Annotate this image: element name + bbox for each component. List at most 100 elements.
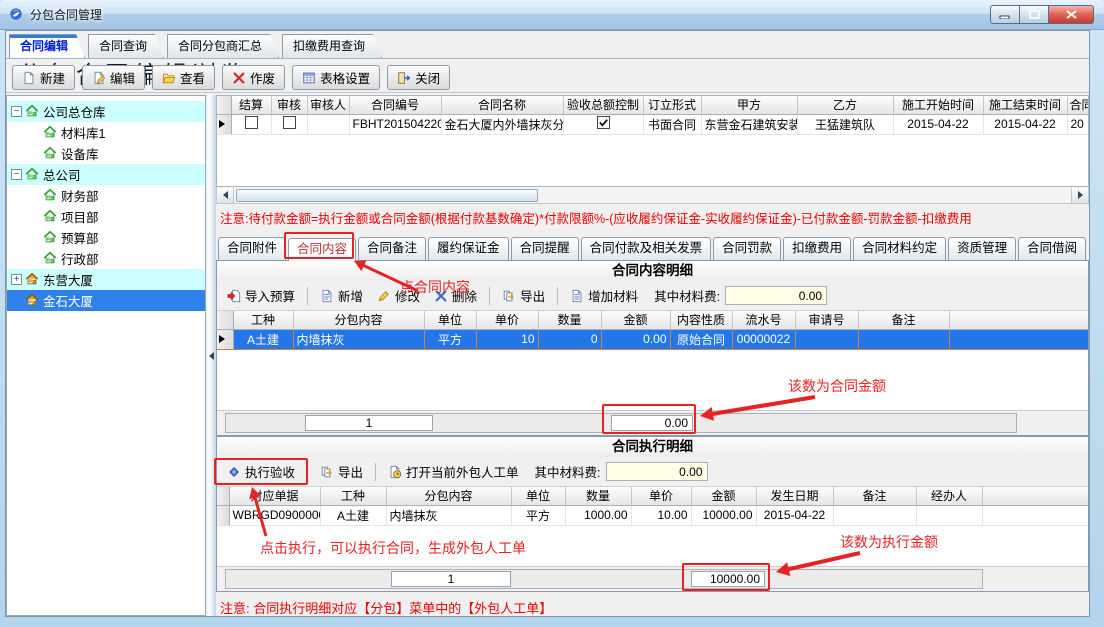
add-material-button[interactable]: 增加材料 bbox=[564, 282, 644, 309]
tree-item[interactable]: 金石大厦 bbox=[7, 290, 205, 311]
minimize-button[interactable] bbox=[990, 5, 1020, 24]
tree-item[interactable]: 财务部 bbox=[7, 185, 205, 206]
column-header[interactable]: 分包内容 bbox=[293, 311, 424, 329]
unchecked-checkbox[interactable] bbox=[283, 118, 296, 132]
close-button[interactable] bbox=[1048, 5, 1094, 24]
column-header[interactable]: 审核 bbox=[271, 96, 307, 114]
column-header[interactable]: 订立形式 bbox=[643, 96, 701, 114]
column-header[interactable]: 施工结束时间 bbox=[983, 96, 1067, 114]
column-header[interactable]: 合同 bbox=[1067, 96, 1089, 114]
detail-tab[interactable]: 扣缴费用 bbox=[783, 237, 851, 260]
column-header[interactable]: 结算 bbox=[231, 96, 271, 114]
table-row[interactable]: FBHT2015042201金石大厦内外墙抹灰分书面合同东营金石建筑安装王猛建筑… bbox=[217, 114, 1089, 134]
material-fee-input[interactable] bbox=[725, 286, 827, 305]
table-cell: 20 bbox=[1067, 114, 1089, 134]
detail-tab[interactable]: 合同借阅 bbox=[1018, 237, 1086, 260]
column-header[interactable]: 流水号 bbox=[732, 311, 795, 329]
open-labor-doc-button[interactable]: 打开当前外包人工单 bbox=[382, 458, 525, 485]
main-tab[interactable]: 合同分包商汇总 bbox=[167, 34, 279, 58]
detail-tab[interactable]: 合同提醒 bbox=[511, 237, 579, 260]
column-header[interactable]: 工种 bbox=[320, 487, 386, 505]
toolbar-separator bbox=[375, 463, 376, 481]
column-header[interactable]: 备注 bbox=[833, 487, 916, 505]
row-marker-header bbox=[217, 96, 231, 114]
export-icon bbox=[502, 289, 516, 303]
table-row[interactable]: WBRGD090000008A土建内墙抹灰平方1000.0010.0010000… bbox=[217, 505, 1088, 525]
detail-tab[interactable]: 合同罚款 bbox=[713, 237, 781, 260]
table-settings-button[interactable]: 表格设置 bbox=[292, 65, 380, 90]
maximize-button[interactable] bbox=[1019, 5, 1049, 24]
column-header[interactable]: 备注 bbox=[858, 311, 949, 329]
edit-page-button[interactable]: 编辑 bbox=[82, 65, 145, 90]
tree-item[interactable]: 行政部 bbox=[7, 248, 205, 269]
new-page-button[interactable]: 新建 bbox=[12, 65, 75, 90]
export-button[interactable]: 导出 bbox=[496, 282, 551, 309]
import-budget-button[interactable]: 导入预算 bbox=[221, 282, 301, 309]
column-header[interactable]: 金额 bbox=[601, 311, 670, 329]
unchecked-checkbox[interactable] bbox=[245, 118, 258, 132]
plus-expander-icon[interactable]: + bbox=[11, 274, 22, 285]
column-header[interactable]: 验收总额控制 bbox=[563, 96, 643, 114]
material-fee-input[interactable] bbox=[606, 462, 708, 481]
column-header[interactable]: 施工开始时间 bbox=[893, 96, 983, 114]
minus-expander-icon[interactable]: − bbox=[11, 106, 22, 117]
table-cell bbox=[833, 505, 916, 525]
checked-checkbox[interactable] bbox=[597, 118, 610, 132]
detail-tab[interactable]: 资质管理 bbox=[948, 237, 1016, 260]
column-header[interactable]: 对应单据 bbox=[229, 487, 320, 505]
detail-tab[interactable]: 合同付款及相关发票 bbox=[581, 237, 712, 260]
exit-door-button[interactable]: 关闭 bbox=[387, 65, 450, 90]
column-header[interactable]: 甲方 bbox=[701, 96, 797, 114]
column-header[interactable]: 金额 bbox=[691, 487, 756, 505]
column-header[interactable]: 单价 bbox=[476, 311, 538, 329]
column-header[interactable]: 工种 bbox=[233, 311, 293, 329]
tree-item[interactable]: +东营大厦 bbox=[7, 269, 205, 290]
titlebar[interactable]: 分包合同管理 bbox=[0, 0, 1104, 30]
scroll-thumb[interactable] bbox=[236, 189, 538, 202]
table-row[interactable]: A土建内墙抹灰平方1000.00原始合同00000022 bbox=[217, 329, 1088, 349]
detail-tab[interactable]: 合同备注 bbox=[358, 237, 426, 260]
add-page-button[interactable]: 新增 bbox=[314, 282, 369, 309]
main-tab[interactable]: 合同查询 bbox=[88, 34, 164, 58]
open-folder-button[interactable]: 查看 bbox=[152, 65, 215, 90]
column-header[interactable]: 单位 bbox=[424, 311, 476, 329]
modify-pencil-button[interactable]: 修改 bbox=[371, 282, 426, 309]
tree-splitter[interactable] bbox=[206, 95, 216, 616]
detail-tab[interactable]: 履约保证金 bbox=[428, 237, 509, 260]
horizontal-scrollbar[interactable] bbox=[216, 187, 1089, 204]
void-x-button[interactable]: 作废 bbox=[222, 65, 285, 90]
export-button[interactable]: 导出 bbox=[314, 458, 369, 485]
app-window: 分包合同管理 合同编辑合同查询合同分包商汇总扣缴费用查询 分包合同编辑浏览 新建… bbox=[0, 0, 1104, 627]
column-header[interactable]: 合同编号 bbox=[349, 96, 441, 114]
detail-tab[interactable]: 合同内容 bbox=[288, 238, 356, 261]
column-header[interactable]: 审核人 bbox=[307, 96, 349, 114]
delete-x-button[interactable]: 删除 bbox=[428, 282, 483, 309]
column-header[interactable]: 数量 bbox=[565, 487, 631, 505]
content-toolbar: 导入预算新增修改删除导出增加材料 其中材料费: bbox=[217, 281, 1088, 311]
column-header[interactable]: 内容性质 bbox=[670, 311, 732, 329]
execute-diamond-button[interactable]: 执行验收 bbox=[221, 458, 301, 485]
column-header[interactable]: 数量 bbox=[538, 311, 601, 329]
column-header[interactable]: 审请号 bbox=[795, 311, 858, 329]
tree-item[interactable]: 设备库 bbox=[7, 143, 205, 164]
tree-item[interactable]: 项目部 bbox=[7, 206, 205, 227]
minus-expander-icon[interactable]: − bbox=[11, 169, 22, 180]
window-controls bbox=[991, 5, 1094, 24]
column-header[interactable]: 发生日期 bbox=[756, 487, 833, 505]
tree-item[interactable]: 预算部 bbox=[7, 227, 205, 248]
column-header[interactable]: 单位 bbox=[511, 487, 565, 505]
tree-item[interactable]: −公司总仓库 bbox=[7, 101, 205, 122]
column-header[interactable]: 合同名称 bbox=[441, 96, 563, 114]
scroll-left-button[interactable] bbox=[217, 188, 234, 203]
column-header[interactable]: 单价 bbox=[631, 487, 691, 505]
tree-item[interactable]: −总公司 bbox=[7, 164, 205, 185]
column-header[interactable]: 分包内容 bbox=[386, 487, 511, 505]
detail-tab[interactable]: 合同材料约定 bbox=[853, 237, 946, 260]
scroll-right-button[interactable] bbox=[1071, 188, 1088, 203]
column-header[interactable]: 乙方 bbox=[797, 96, 893, 114]
main-tab[interactable]: 扣缴费用查询 bbox=[282, 34, 382, 58]
column-header[interactable]: 经办人 bbox=[916, 487, 982, 505]
detail-tab[interactable]: 合同附件 bbox=[218, 237, 286, 260]
tree-item[interactable]: 材料库1 bbox=[7, 122, 205, 143]
main-tab[interactable]: 合同编辑 bbox=[9, 34, 85, 58]
